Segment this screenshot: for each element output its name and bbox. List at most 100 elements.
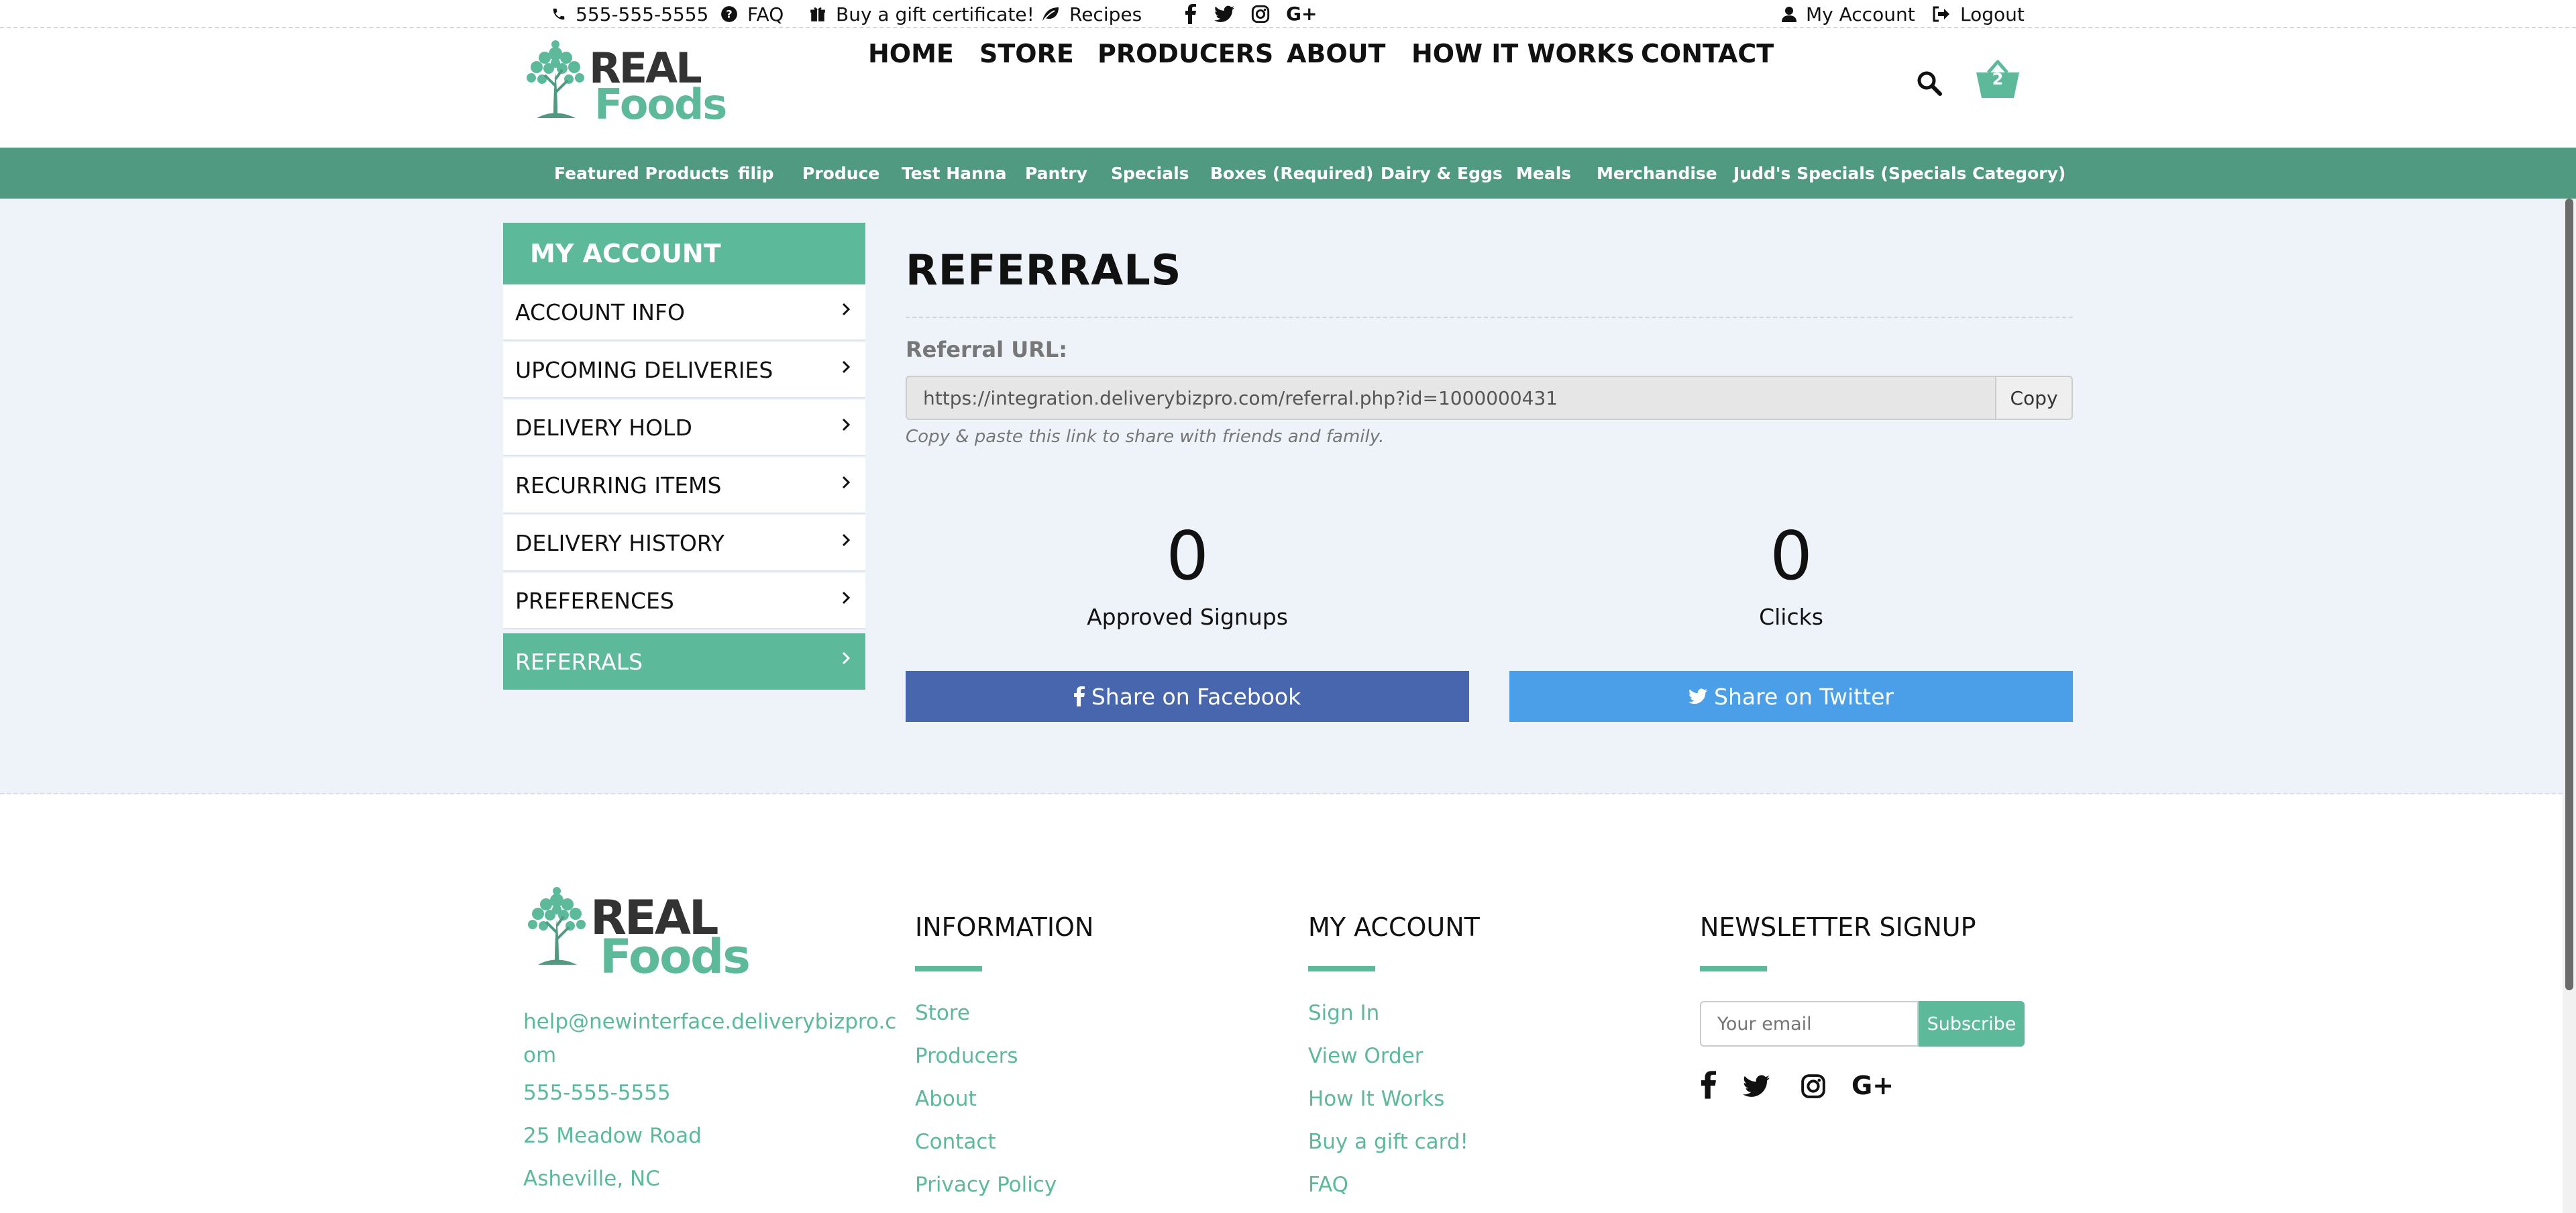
site-logo[interactable]: REAL Foods [522,39,727,129]
search-icon[interactable] [1916,70,1943,99]
facebook-icon [1073,686,1085,706]
approved-signups-stat: 0 Approved Signups [906,517,1469,631]
footer-twitter-icon[interactable] [1743,1075,1770,1100]
logo-wordmark: REAL Foods [589,41,727,129]
chevron-right-icon [842,360,851,374]
nav-producers[interactable]: PRODUCERS [1097,0,1273,107]
footer-logo[interactable]: REAL Foods [523,886,751,984]
footer-information-heading: INFORMATION [915,912,1094,942]
sidebar-item-account-info[interactable]: ACCOUNT INFO [503,284,865,341]
page-scrollbar[interactable] [2563,199,2576,1213]
page-title: REFERRALS [906,246,1182,295]
footer-email-line1: help@newinterface.deliverybizpro.c [523,1010,897,1034]
copy-button[interactable]: Copy [1995,376,2073,420]
logo-line-foods: Foods [600,929,751,984]
nav-home[interactable]: HOME [868,0,954,107]
tree-logo-icon [527,40,584,118]
sidebar-item-delivery-hold[interactable]: DELIVERY HOLD [503,400,865,456]
sidebar-item-label: UPCOMING DELIVERIES [515,356,773,383]
site-footer: REAL Foods help@newinterface.deliverybiz… [0,796,2563,1213]
category-produce[interactable]: Produce [802,148,879,199]
sidebar-item-referrals[interactable]: REFERRALS [503,633,865,690]
chevron-right-icon [842,303,851,316]
sidebar-title: MY ACCOUNT [503,223,865,284]
my-account-text: My Account [1806,3,1915,25]
approved-signups-label: Approved Signups [1087,604,1288,630]
footer-link-producers[interactable]: Producers [915,1044,1018,1068]
gift-icon [810,7,825,21]
footer-instagram-icon[interactable] [1801,1073,1826,1102]
footer-email-link[interactable]: help@newinterface.deliverybizpro.c om [523,1005,896,1072]
phone-link[interactable]: 555-555-5555 [551,0,708,28]
scrollbar-thumb[interactable] [2565,199,2573,990]
category-merchandise[interactable]: Merchandise [1597,148,1717,199]
logo-wordmark: REAL Foods [590,888,751,984]
footer-address: 25 Meadow Road [523,1124,702,1148]
heading-underline [915,966,982,971]
cart-button[interactable]: 2 [1975,58,2021,101]
share-facebook-label: Share on Facebook [1091,683,1301,710]
faq-link[interactable]: ? FAQ [720,0,784,28]
footer-my-account-heading: MY ACCOUNT [1308,912,1480,942]
chevron-right-icon [842,591,851,604]
footer-link-contact[interactable]: Contact [915,1130,996,1154]
sidebar-item-label: RECURRING ITEMS [515,472,722,498]
logout-text: Logout [1960,3,2025,25]
clicks-label: Clicks [1759,604,1823,630]
category-featured-products[interactable]: Featured Products [554,148,729,199]
footer-link-sign-in[interactable]: Sign In [1308,1001,1379,1025]
footer-link-faq[interactable]: FAQ [1308,1173,1348,1197]
footer-link-how-it-works[interactable]: How It Works [1308,1087,1444,1111]
heading-underline [1308,966,1375,971]
footer-google-plus-icon[interactable]: G+ [1851,1071,1894,1102]
sidebar-item-delivery-history[interactable]: DELIVERY HISTORY [503,515,865,572]
sidebar-item-upcoming-deliveries[interactable]: UPCOMING DELIVERIES [503,342,865,399]
category-pantry[interactable]: Pantry [1025,148,1087,199]
footer-link-store[interactable]: Store [915,1001,970,1025]
category-dairy-eggs[interactable]: Dairy & Eggs [1381,148,1503,199]
svg-text:G+: G+ [1851,1072,1893,1099]
category-meals[interactable]: Meals [1516,148,1571,199]
chevron-right-icon [842,651,851,665]
tree-logo-icon [528,887,586,965]
phone-text: 555-555-5555 [576,3,709,25]
nav-about[interactable]: ABOUT [1287,0,1385,107]
nav-contact[interactable]: CONTACT [1641,0,1774,107]
heading-underline [1700,966,1767,971]
faq-text: FAQ [747,3,784,25]
approved-signups-count: 0 [1166,517,1209,595]
share-facebook-button[interactable]: Share on Facebook [906,671,1469,722]
my-account-link[interactable]: My Account [1782,0,1915,28]
category-bar: Featured Products filip Produce Test Han… [0,148,2576,199]
category-judds-specials[interactable]: Judd's Specials (Specials Category) [1733,148,2065,199]
sidebar-item-label: DELIVERY HOLD [515,414,692,441]
referral-help-text: Copy & paste this link to share with fri… [906,427,1385,447]
cart-count-badge: 2 [1992,70,2004,89]
category-test-hanna[interactable]: Test Hanna [902,148,1006,199]
sidebar-item-label: PREFERENCES [515,587,674,614]
referral-url-field[interactable]: https://integration.deliverybizpro.com/r… [906,376,1996,420]
sidebar-item-recurring-items[interactable]: RECURRING ITEMS [503,458,865,514]
category-specials[interactable]: Specials [1111,148,1189,199]
svg-text:?: ? [726,7,732,20]
nav-how-it-works[interactable]: HOW IT WORKS [1411,0,1635,107]
footer-link-about[interactable]: About [915,1087,977,1111]
category-filip[interactable]: filip [738,148,774,199]
question-circle-icon: ? [721,6,737,22]
phone-icon [553,8,565,20]
site-header: REAL Foods HOME STORE PRODUCERS ABOUT HO… [0,30,2576,148]
logout-link[interactable]: Logout [1932,0,2025,28]
sidebar-item-preferences[interactable]: PREFERENCES [503,573,865,629]
twitter-icon [1688,688,1708,704]
footer-phone[interactable]: 555-555-5555 [523,1076,671,1110]
category-boxes[interactable]: Boxes (Required) [1210,148,1373,199]
footer-link-view-order[interactable]: View Order [1308,1044,1424,1068]
title-divider [906,317,2073,318]
newsletter-email-input[interactable] [1700,1001,1919,1047]
share-twitter-button[interactable]: Share on Twitter [1509,671,2073,722]
nav-store[interactable]: STORE [979,0,1074,107]
subscribe-button[interactable]: Subscribe [1919,1001,2025,1047]
footer-facebook-icon[interactable] [1701,1071,1716,1102]
footer-link-privacy-policy[interactable]: Privacy Policy [915,1173,1057,1197]
footer-link-gift-card[interactable]: Buy a gift card! [1308,1130,1468,1154]
